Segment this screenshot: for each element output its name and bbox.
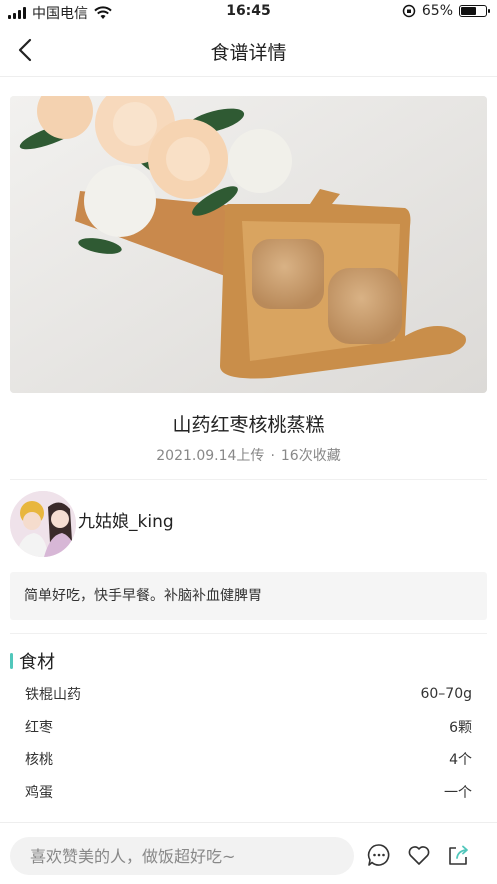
recipe-meta: 2021.09.14上传 · 16次收藏: [0, 445, 497, 465]
ingredient-amount: 6颗: [449, 719, 472, 736]
divider: [10, 479, 487, 480]
share-icon[interactable]: [446, 842, 472, 868]
comment-icon[interactable]: [366, 842, 392, 868]
ingredient-name: 铁棍山药: [25, 687, 81, 704]
recipe-title: 山药红枣核桃蒸糕: [172, 414, 325, 436]
upload-date: 2021.09.14上传: [156, 448, 265, 464]
ingredient-amount: 60–70g: [420, 686, 472, 703]
recipe-photo-illustration: [10, 96, 487, 393]
recipe-photo[interactable]: [10, 96, 487, 393]
ingredient-name: 核桃: [25, 752, 53, 769]
battery-percent: 65%: [421, 3, 453, 19]
comment-input[interactable]: [10, 837, 354, 875]
battery-icon: [459, 5, 490, 17]
ingredient-name: 红枣: [25, 719, 53, 736]
section-accent-bar: [10, 653, 13, 669]
ingredient-name: 鸡蛋: [25, 784, 53, 801]
ingredients-heading: 食材: [10, 648, 55, 674]
meta-separator: ·: [270, 448, 275, 464]
ingredient-amount: 一个: [444, 784, 472, 801]
orientation-lock-icon: [402, 4, 416, 18]
status-bar: 中国电信 16:45 65%: [0, 0, 497, 24]
avatar-illustration: [10, 491, 76, 557]
author-row[interactable]: 九姑娘_king: [10, 491, 174, 557]
bottom-action-bar: [0, 822, 497, 884]
nav-bar: 食谱详情: [0, 24, 497, 77]
author-name[interactable]: 九姑娘_king: [78, 507, 174, 532]
ingredients-label: 食材: [19, 652, 55, 673]
favorite-count: 16次收藏: [280, 448, 341, 464]
ingredient-row: 鸡蛋 一个: [25, 776, 472, 809]
divider: [10, 633, 487, 634]
ingredient-amount: 4个: [449, 752, 472, 769]
heart-icon[interactable]: [406, 842, 432, 868]
ingredient-row: 铁棍山药 60–70g: [25, 678, 472, 711]
ingredients-list: 铁棍山药 60–70g 红枣 6颗 核桃 4个 鸡蛋 一个: [25, 678, 472, 808]
status-right: 65%: [402, 3, 490, 19]
ingredient-row: 核桃 4个: [25, 743, 472, 776]
avatar[interactable]: [10, 491, 76, 557]
page-title: 食谱详情: [210, 42, 287, 64]
ingredient-row: 红枣 6颗: [25, 711, 472, 744]
recipe-description: 简单好吃，快手早餐。补脑补血健脾胃: [10, 572, 487, 620]
